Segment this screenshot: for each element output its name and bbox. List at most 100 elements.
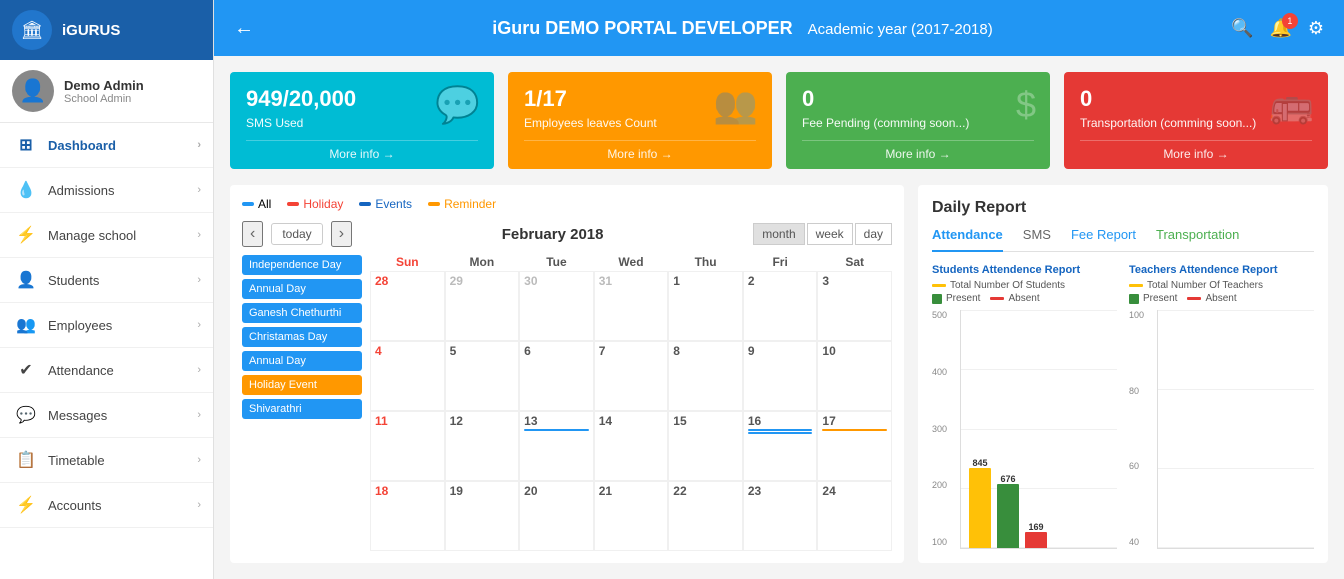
legend-all[interactable]: All xyxy=(242,197,271,211)
cal-event-christmas[interactable]: Christamas Day xyxy=(242,327,362,347)
sidebar-item-attendance[interactable]: ✔ Attendance › xyxy=(0,348,213,393)
table-row[interactable]: 14 xyxy=(594,411,669,481)
table-row[interactable]: 22 xyxy=(668,481,743,551)
table-row[interactable]: 10 xyxy=(817,341,892,411)
teachers-chart: Teachers Attendence Report Total Number … xyxy=(1129,264,1314,549)
sidebar-item-students[interactable]: 👤 Students › xyxy=(0,258,213,303)
cal-event-independence-day[interactable]: Independence Day xyxy=(242,255,362,275)
table-row[interactable]: 15 xyxy=(668,411,743,481)
legend-row-present: Present Absent xyxy=(932,293,1117,304)
table-row[interactable]: 20 xyxy=(519,481,594,551)
table-row[interactable]: 11 xyxy=(370,411,445,481)
table-row[interactable]: 29 xyxy=(445,271,520,341)
legend-events[interactable]: Events xyxy=(359,197,412,211)
tab-fee-report[interactable]: Fee Report xyxy=(1071,227,1136,252)
search-icon[interactable]: 🔍 xyxy=(1231,18,1253,39)
tab-transportation[interactable]: Transportation xyxy=(1156,227,1239,252)
legend-dot-reminder xyxy=(428,202,440,206)
sidebar-user: 👤 Demo Admin School Admin xyxy=(0,60,213,123)
bar-group-absent: 169 xyxy=(1025,522,1047,548)
notification-icon[interactable]: 🔔 1 xyxy=(1269,18,1291,39)
bar-group-total: 845 xyxy=(969,458,991,548)
cal-event-holiday[interactable]: Holiday Event xyxy=(242,375,362,395)
main-content: ← iGuru DEMO PORTAL DEVELOPER Academic y… xyxy=(214,0,1344,579)
legend-label-reminder: Reminder xyxy=(444,197,496,211)
back-button[interactable]: ← xyxy=(234,17,254,40)
sidebar-item-employees[interactable]: 👥 Employees › xyxy=(0,303,213,348)
table-row[interactable]: 12 xyxy=(445,411,520,481)
cal-event-pill xyxy=(748,429,813,431)
table-row[interactable]: 23 xyxy=(743,481,818,551)
legend-dot-holiday xyxy=(287,202,299,206)
legend-reminder[interactable]: Reminder xyxy=(428,197,496,211)
avatar: 👤 xyxy=(12,70,54,112)
bar-label-absent: 169 xyxy=(1028,522,1043,532)
cal-event-ganesh[interactable]: Ganesh Chethurthi xyxy=(242,303,362,323)
header-icons: 🔍 🔔 1 ⚙ xyxy=(1231,18,1324,39)
table-row[interactable]: 7 xyxy=(594,341,669,411)
sidebar-item-accounts[interactable]: ⚡ Accounts › xyxy=(0,483,213,528)
tab-attendance[interactable]: Attendance xyxy=(932,227,1003,252)
cal-header-sat: Sat xyxy=(817,255,892,269)
table-row[interactable]: 9 xyxy=(743,341,818,411)
y-label: 100 xyxy=(932,537,960,547)
table-row[interactable]: 8 xyxy=(668,341,743,411)
stat-more-sms[interactable]: More info → xyxy=(246,140,478,161)
cal-event-shivarathri[interactable]: Shivarathri xyxy=(242,399,362,419)
cal-prev-button[interactable]: ‹ xyxy=(242,221,263,247)
stat-card-sms: 💬 949/20,000 SMS Used More info → xyxy=(230,72,494,169)
table-row[interactable]: 21 xyxy=(594,481,669,551)
header-title: iGuru DEMO PORTAL DEVELOPER Academic yea… xyxy=(270,18,1215,39)
table-row[interactable]: 17 xyxy=(817,411,892,481)
legend-absent-icon xyxy=(990,297,1004,300)
dashboard-icon: ⊞ xyxy=(16,135,36,155)
stat-more-fee[interactable]: More info → xyxy=(802,140,1034,161)
sidebar-nav: ⊞ Dashboard › 💧 Admissions › ⚡ Manage sc… xyxy=(0,123,213,579)
cal-grid: Sun Mon Tue Wed Thu Fri Sat 28 29 xyxy=(370,255,892,551)
legend-holiday[interactable]: Holiday xyxy=(287,197,343,211)
students-bar-chart: 845 676 169 xyxy=(960,310,1117,549)
y-label: 60 xyxy=(1129,461,1157,471)
bar-absent xyxy=(1025,532,1047,548)
sidebar-item-timetable[interactable]: 📋 Timetable › xyxy=(0,438,213,483)
table-row[interactable]: 4 xyxy=(370,341,445,411)
table-row[interactable]: 16 xyxy=(743,411,818,481)
cal-view-week[interactable]: week xyxy=(807,223,853,245)
cal-event-annual-day-2[interactable]: Annual Day xyxy=(242,351,362,371)
cal-view-day[interactable]: day xyxy=(855,223,892,245)
sidebar-item-admissions[interactable]: 💧 Admissions › xyxy=(0,168,213,213)
table-row[interactable]: 24 xyxy=(817,481,892,551)
stat-card-fee: $ 0 Fee Pending (comming soon...) More i… xyxy=(786,72,1050,169)
cal-next-button[interactable]: › xyxy=(331,221,352,247)
stat-more-employees[interactable]: More info → xyxy=(524,140,756,161)
table-row[interactable]: 19 xyxy=(445,481,520,551)
table-row[interactable]: 6 xyxy=(519,341,594,411)
sidebar: 🏛 iGURUS 👤 Demo Admin School Admin ⊞ Das… xyxy=(0,0,214,579)
table-row[interactable]: 2 xyxy=(743,271,818,341)
calendar-body: Independence Day Annual Day Ganesh Cheth… xyxy=(242,255,892,551)
bar-present xyxy=(997,484,1019,548)
table-row[interactable]: 28 xyxy=(370,271,445,341)
table-row[interactable]: 3 xyxy=(817,271,892,341)
cal-event-annual-day-1[interactable]: Annual Day xyxy=(242,279,362,299)
cal-today-button[interactable]: today xyxy=(271,223,322,245)
sidebar-item-dashboard[interactable]: ⊞ Dashboard › xyxy=(0,123,213,168)
sidebar-item-manage-school[interactable]: ⚡ Manage school › xyxy=(0,213,213,258)
table-row[interactable]: 18 xyxy=(370,481,445,551)
cal-view-month[interactable]: month xyxy=(753,223,804,245)
user-role[interactable]: School Admin xyxy=(64,93,144,105)
table-row[interactable]: 1 xyxy=(668,271,743,341)
stat-more-transport[interactable]: More info → xyxy=(1080,140,1312,161)
table-row[interactable]: 30 xyxy=(519,271,594,341)
content-area: 💬 949/20,000 SMS Used More info → 👥 1/17… xyxy=(214,56,1344,579)
table-row[interactable]: 31 xyxy=(594,271,669,341)
settings-icon[interactable]: ⚙ xyxy=(1308,18,1324,39)
table-row[interactable]: 5 xyxy=(445,341,520,411)
cal-events-list: Independence Day Annual Day Ganesh Cheth… xyxy=(242,255,362,551)
legend-absent-label: Absent xyxy=(1008,293,1039,304)
sidebar-item-messages[interactable]: 💬 Messages › xyxy=(0,393,213,438)
cal-month-title: February 2018 xyxy=(360,226,745,243)
tab-sms[interactable]: SMS xyxy=(1023,227,1051,252)
legend-row-present-teachers: Present Absent xyxy=(1129,293,1314,304)
table-row[interactable]: 13 xyxy=(519,411,594,481)
